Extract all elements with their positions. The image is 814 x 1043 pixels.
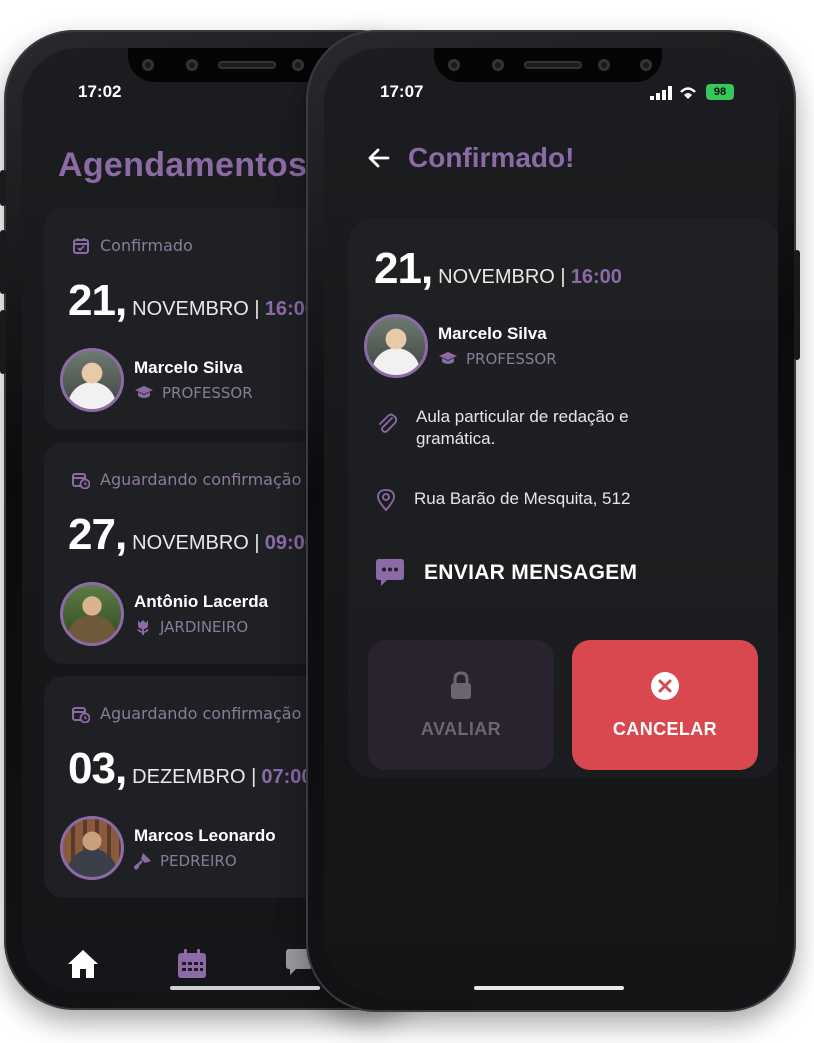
battery-indicator: 98 <box>706 84 734 100</box>
provider-role: JARDINEIRO <box>160 618 249 636</box>
tulip-icon <box>137 620 149 635</box>
date-month: DEZEMBRO | <box>132 766 257 788</box>
sensor-dot <box>448 59 460 71</box>
appointment-card[interactable]: Aguardando confirmação 27, NOVEMBRO | 09:… <box>44 442 344 664</box>
appointment-status: Confirmado <box>100 236 193 255</box>
paperclip-icon <box>379 413 398 433</box>
power-button <box>794 250 800 360</box>
cancel-button[interactable]: CANCELAR <box>572 640 758 770</box>
page-title: Agendamentos <box>58 146 308 184</box>
date-day: 27, <box>68 510 127 559</box>
appointment-status: Aguardando confirmação <box>100 704 302 723</box>
chat-icon <box>376 559 404 586</box>
appointment-date: 03, DEZEMBRO | 07:00 <box>68 744 313 794</box>
date-day: 21, <box>374 244 433 293</box>
provider-name: Marcelo Silva <box>134 358 243 377</box>
send-message-button[interactable]: ENVIAR MENSAGEM <box>374 558 637 588</box>
volume-down-button <box>0 310 6 374</box>
header: Confirmado! <box>368 142 574 174</box>
provider-role: PEDREIRO <box>160 852 237 870</box>
status-time: 17:02 <box>78 82 122 101</box>
provider-role: PROFESSOR <box>162 384 253 402</box>
status-time: 17:07 <box>380 82 424 101</box>
speaker-grille <box>524 61 582 69</box>
appointment-card[interactable]: Confirmado 21, NOVEMBRO | 16:00 Marcelo S… <box>44 208 344 430</box>
calendar-clock-icon <box>72 706 90 723</box>
rate-label: AVALIAR <box>420 718 502 739</box>
date-hour: 16:00 <box>570 266 622 288</box>
front-phone-screen: 17:07 98 Confirmado! 21, NOVEMBRO | 16:00… <box>324 48 778 994</box>
graduation-cap-icon <box>135 386 153 398</box>
appointment-date: 21, NOVEMBRO | 16:00 <box>374 244 622 294</box>
avatar <box>364 314 428 378</box>
provider-name: Marcelo Silva <box>438 324 547 343</box>
avatar <box>60 816 124 880</box>
date-month: NOVEMBRO | <box>132 298 260 320</box>
front-camera <box>292 59 304 71</box>
wifi-icon <box>680 87 696 99</box>
home-indicator-back <box>170 986 320 990</box>
front-phone-frame: 17:07 98 Confirmado! 21, NOVEMBRO | 16:00… <box>306 30 800 1012</box>
avatar <box>60 348 124 412</box>
battery-level: 98 <box>713 86 727 98</box>
appointment-date: 27, NOVEMBRO | 09:00 <box>68 510 316 560</box>
camera-dot <box>186 59 198 71</box>
provider-role: PROFESSOR <box>466 350 557 368</box>
address-row[interactable]: Rua Barão de Mesquita, 512 <box>376 488 630 512</box>
date-month: NOVEMBRO | <box>132 532 260 554</box>
page-title: Confirmado! <box>408 142 575 173</box>
home-icon[interactable] <box>66 948 100 980</box>
rate-button[interactable]: AVALIAR <box>368 640 554 770</box>
appointment-address: Rua Barão de Mesquita, 512 <box>414 489 631 508</box>
notch <box>128 48 328 82</box>
description-row: Aula particular de redação e gramática. <box>376 406 706 450</box>
back-arrow-icon[interactable] <box>368 148 390 168</box>
date-day: 21, <box>68 276 127 325</box>
graduation-cap-icon <box>439 352 457 364</box>
provider-name: Antônio Lacerda <box>134 592 269 611</box>
sensor-dot <box>142 59 154 71</box>
calendar-check-icon <box>73 237 89 254</box>
signal-icon <box>650 86 672 100</box>
provider-name: Marcos Leonardo <box>134 826 276 845</box>
location-pin-icon <box>377 489 395 512</box>
front-camera <box>598 59 610 71</box>
date-day: 03, <box>68 744 127 793</box>
appointment-card[interactable]: Aguardando confirmação 03, DEZEMBRO | 07:… <box>44 676 344 898</box>
home-indicator[interactable] <box>474 986 624 990</box>
notch <box>434 48 662 82</box>
face-sensor <box>640 59 652 71</box>
appointment-detail-card: 21, NOVEMBRO | 16:00 Marcelo Silva PROFES… <box>348 218 778 778</box>
appointment-description: Aula particular de redação e gramática. <box>416 407 629 448</box>
camera-dot <box>492 59 504 71</box>
lock-icon <box>451 670 471 699</box>
calendar-icon[interactable] <box>176 948 208 980</box>
appointment-date: 21, NOVEMBRO | 16:00 <box>68 276 316 326</box>
cancel-label: CANCELAR <box>612 718 718 739</box>
trowel-icon <box>134 853 151 870</box>
date-hour: 07:00 <box>261 766 313 788</box>
close-circle-icon <box>651 671 679 700</box>
avatar <box>60 582 124 646</box>
mute-switch <box>0 170 6 206</box>
appointment-status: Aguardando confirmação <box>100 470 302 489</box>
date-month: NOVEMBRO | <box>438 266 566 288</box>
speaker-grille <box>218 61 276 69</box>
volume-up-button <box>0 230 6 294</box>
provider-info[interactable]: Marcelo Silva PROFESSOR <box>364 314 557 378</box>
calendar-clock-icon <box>72 472 90 489</box>
send-message-label: ENVIAR MENSAGEM <box>424 561 638 584</box>
